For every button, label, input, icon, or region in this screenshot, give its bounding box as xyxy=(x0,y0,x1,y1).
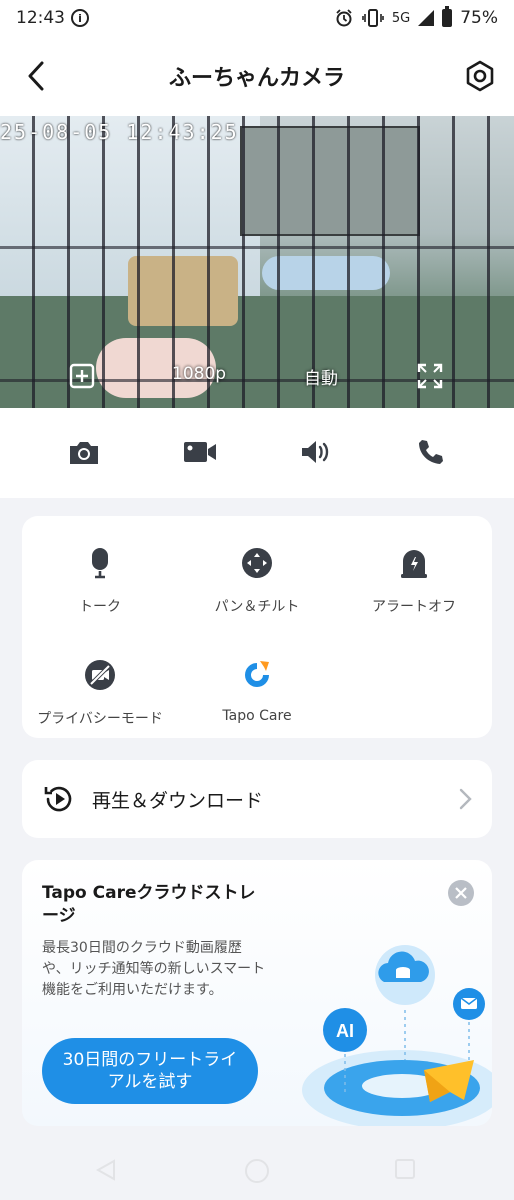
status-right: 5G 75% xyxy=(334,6,498,28)
info-icon: i xyxy=(71,9,89,27)
video-icon xyxy=(184,442,216,462)
nav-back-icon[interactable] xyxy=(94,1158,118,1182)
promo-description: 最長30日間のクラウド動画履歴や、リッチ通知等の新しいスマート機能をご利用いただ… xyxy=(42,940,266,998)
microphone-icon xyxy=(92,548,108,579)
free-trial-button[interactable]: 30日間のフリートライアルを試す xyxy=(42,1038,258,1104)
alert-icon xyxy=(401,550,427,578)
feed-controls: 1080p 自動 xyxy=(0,356,514,396)
fullscreen-button[interactable] xyxy=(416,362,444,390)
ai-badge-text: AI xyxy=(336,1021,354,1041)
close-icon xyxy=(455,887,467,899)
feature-talk[interactable]: トーク xyxy=(22,546,178,616)
camera-icon xyxy=(70,442,98,464)
feature-label: プライバシーモード xyxy=(37,711,163,727)
promo-title: Tapo Careクラウドストレージ xyxy=(42,883,256,926)
hexagon-settings-icon xyxy=(466,60,494,92)
feature-privacy[interactable]: プライバシーモード xyxy=(22,658,178,728)
feature-pan-tilt[interactable]: パン＆チルト xyxy=(179,546,335,616)
settings-button[interactable] xyxy=(460,56,500,96)
fullscreen-icon xyxy=(417,363,443,389)
promo-close-button[interactable] xyxy=(448,880,474,906)
camera-feed[interactable]: 25-08-05 12:43:25 1080p 自動 xyxy=(0,116,514,408)
feature-privacy-icon-wrap xyxy=(83,658,117,692)
feature-tapo-care[interactable]: Tapo Care xyxy=(179,658,335,724)
cloud-storage-illustration: AI xyxy=(302,945,492,1126)
app-header: ふーちゃんカメラ xyxy=(0,36,514,116)
pan-tilt-icon xyxy=(242,548,272,578)
feature-talk-icon-wrap xyxy=(83,546,117,580)
resolution-button[interactable]: 1080p xyxy=(172,364,226,384)
mode-button[interactable]: 自動 xyxy=(304,364,338,389)
tapo-care-promo: Tapo Careクラウドストレージ 最長30日間のクラウド動画履歴や、リッチ通… xyxy=(22,860,492,1126)
status-bar: 12:43 i 5G 75% xyxy=(0,0,514,36)
signal-icon xyxy=(418,10,435,26)
tapo-care-icon xyxy=(245,661,269,687)
page-title: ふーちゃんカメラ xyxy=(168,66,345,91)
feature-tapo-care-icon-wrap xyxy=(240,658,274,692)
record-button[interactable] xyxy=(182,434,218,470)
feature-alert-icon-wrap xyxy=(397,546,431,580)
feature-label: トーク xyxy=(79,599,121,615)
action-bar xyxy=(0,408,514,498)
nav-recents-icon[interactable] xyxy=(394,1158,416,1180)
alarm-icon xyxy=(336,9,352,27)
feature-label: パン＆チルト xyxy=(214,599,300,615)
back-button[interactable] xyxy=(18,58,54,94)
feature-label: Tapo Care xyxy=(222,708,292,724)
chevron-right-icon xyxy=(459,788,472,810)
system-nav-bar xyxy=(0,1136,514,1200)
feature-alert[interactable]: アラートオフ xyxy=(336,546,492,616)
speaker-icon xyxy=(302,441,329,463)
feature-label: アラートオフ xyxy=(372,599,456,615)
snapshot-button[interactable] xyxy=(66,434,102,470)
features-card: トーク パン＆チルト アラートオフ プライバシーモード Tapo Care xyxy=(22,516,492,738)
status-time: 12:43 xyxy=(16,8,65,28)
privacy-icon xyxy=(85,660,115,690)
phone-icon xyxy=(419,440,443,464)
chevron-left-icon xyxy=(28,61,44,91)
feature-pan-tilt-icon-wrap xyxy=(240,546,274,580)
feed-timestamp: 25-08-05 12:43:25 xyxy=(0,120,239,144)
playback-label: 再生＆ダウンロード xyxy=(92,789,264,812)
battery-icon xyxy=(442,6,453,27)
call-button[interactable] xyxy=(412,434,448,470)
playback-download-row[interactable]: 再生＆ダウンロード xyxy=(22,760,492,838)
vibrate-icon xyxy=(362,9,384,27)
playback-icon xyxy=(44,786,72,812)
speaker-button[interactable] xyxy=(298,434,334,470)
battery-percent: 75% xyxy=(460,8,498,28)
nav-home-icon[interactable] xyxy=(244,1158,270,1184)
network-type: 5G xyxy=(391,10,411,26)
multiview-icon xyxy=(69,363,95,389)
multiview-button[interactable] xyxy=(68,362,96,390)
